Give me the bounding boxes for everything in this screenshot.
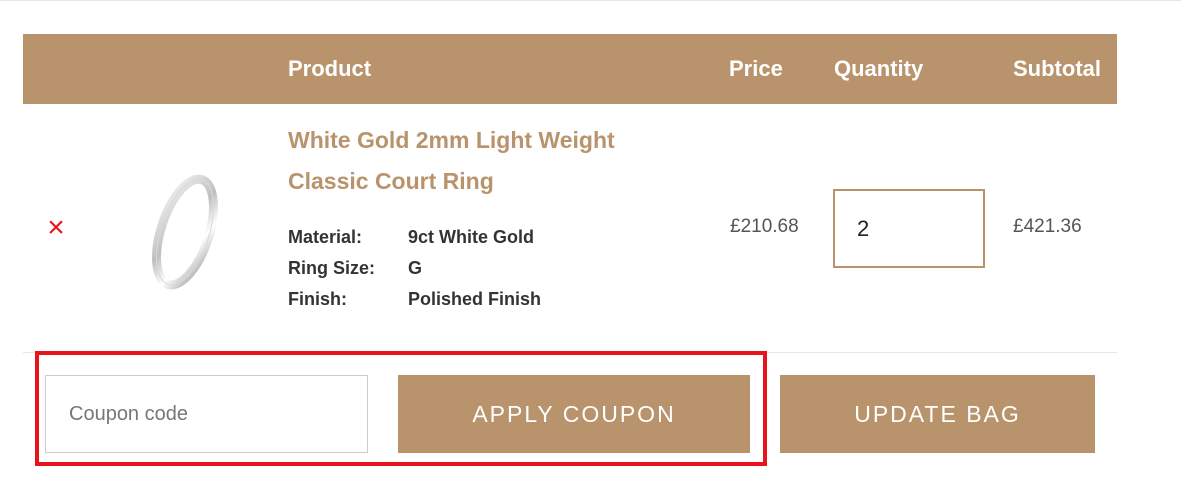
meta-label: Material:: [288, 227, 363, 247]
update-bag-button[interactable]: UPDATE BAG: [780, 375, 1095, 453]
product-name-link[interactable]: White Gold 2mm Light Weight Classic Cour…: [288, 120, 688, 202]
meta-value: 9ct White Gold: [408, 227, 534, 247]
product-name-line-2: Classic Court Ring: [288, 168, 494, 194]
meta-value: G: [408, 258, 423, 278]
top-divider: [0, 0, 1181, 1]
product-name-line-1: White Gold 2mm Light Weight: [288, 127, 615, 153]
header-price: Price: [729, 56, 783, 81]
item-price: £210.68: [730, 216, 799, 237]
apply-coupon-button[interactable]: APPLY COUPON: [398, 375, 750, 453]
coupon-code-input[interactable]: [45, 375, 368, 453]
meta-label: Finish:: [288, 289, 347, 309]
cart-table-header: Product Price Quantity Subtotal: [23, 34, 1117, 104]
meta-label: Ring Size:: [288, 258, 376, 278]
item-subtotal: £421.36: [1013, 216, 1082, 237]
meta-value: Polished Finish: [408, 289, 542, 309]
ring-icon[interactable]: [140, 170, 230, 295]
header-product: Product: [288, 56, 372, 81]
header-quantity: Quantity: [834, 56, 924, 81]
remove-item-icon[interactable]: ×: [43, 213, 69, 243]
quantity-input[interactable]: 2: [833, 189, 985, 268]
header-subtotal: Subtotal: [1013, 56, 1101, 81]
